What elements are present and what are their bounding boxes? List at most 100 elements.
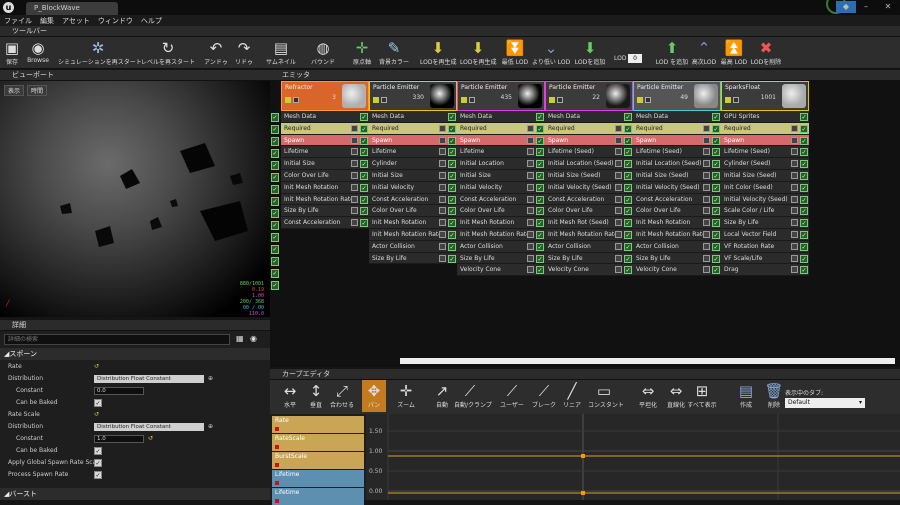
module-enable-checkbox[interactable]: ✓ (536, 136, 544, 145)
module-enable-checkbox[interactable]: ✓ (800, 219, 808, 228)
curve-toggle-icon[interactable] (439, 254, 446, 262)
regen-lod-button-2[interactable]: ⬇ LODを再生成 (460, 37, 496, 69)
module-row[interactable]: Actor Collision ✓ (633, 240, 721, 253)
module-enable-checkbox[interactable]: ✓ (712, 219, 720, 228)
module-enable-checkbox[interactable]: ✓ (448, 124, 456, 133)
module-row[interactable]: Color Over Life ✓ (457, 205, 545, 218)
curve-toggle-icon[interactable] (439, 183, 446, 191)
module-row[interactable]: Initial Velocity (Seed) ✓ (721, 193, 809, 206)
lod-enable-checkbox[interactable]: ✓ (271, 113, 279, 122)
grid-view-icon[interactable]: ▦ (236, 334, 245, 344)
module-enable-checkbox[interactable]: ✓ (536, 242, 544, 251)
module-row[interactable]: VF Scale/Life ✓ (721, 252, 809, 265)
module-enable-checkbox[interactable]: ✓ (536, 195, 544, 204)
module-enable-checkbox[interactable]: ✓ (448, 113, 456, 121)
module-enable-checkbox[interactable]: ✓ (624, 183, 632, 192)
module-enable-checkbox[interactable]: ✓ (624, 242, 632, 251)
checkbox[interactable]: ✓ (94, 399, 102, 407)
module-row[interactable]: Mesh Data ✓ (281, 111, 369, 123)
emitter-toggle-icons[interactable] (461, 97, 483, 105)
horizontal-scrollbar[interactable] (400, 358, 895, 364)
module-enable-checkbox[interactable]: ✓ (800, 124, 808, 133)
module-enable-checkbox[interactable]: ✓ (800, 160, 808, 169)
curve-toggle-icon[interactable] (351, 160, 358, 168)
curve-toggle-icon[interactable] (703, 266, 710, 274)
module-row[interactable]: Init Mesh Rotation Rate ✓ (457, 228, 545, 241)
module-row[interactable]: Init Mesh Rotation Rate ✓ (281, 193, 369, 206)
module-enable-checkbox[interactable]: ✓ (800, 136, 808, 145)
module-enable-checkbox[interactable]: ✓ (360, 207, 368, 216)
module-enable-checkbox[interactable]: ✓ (624, 160, 632, 169)
curve-toggle-icon[interactable] (703, 136, 710, 144)
curve-toggle-icon[interactable] (527, 254, 534, 262)
module-row[interactable]: Spawn ✓ (721, 134, 809, 147)
curve-toggle-icon[interactable] (439, 207, 446, 215)
emitter-header[interactable]: Refractor 3 (281, 81, 369, 111)
module-enable-checkbox[interactable]: ✓ (448, 160, 456, 169)
module-row[interactable]: Init Mesh Rotation Rate ✓ (545, 228, 633, 241)
curve-toggle-icon[interactable] (791, 242, 798, 250)
module-enable-checkbox[interactable]: ✓ (712, 113, 720, 121)
module-enable-checkbox[interactable]: ✓ (360, 136, 368, 145)
module-row[interactable]: Spawn ✓ (281, 134, 369, 147)
curve-toggle-icon[interactable] (351, 195, 358, 203)
reset-icon[interactable]: ↺ (148, 433, 153, 445)
curve-toggle-icon[interactable] (527, 171, 534, 179)
curve-toggle-icon[interactable] (615, 183, 622, 191)
curve-track[interactable]: Rate (272, 416, 364, 433)
linear-button[interactable]: ╱ リニア (556, 380, 588, 412)
highest-lod-button[interactable]: ⏫ 最高 LOD (720, 37, 748, 69)
emitter-header[interactable]: Particle Emitter 330 (369, 81, 457, 111)
section-spawn[interactable]: ◢スポーン (0, 348, 270, 360)
add-lod-button-1[interactable]: ⬇ LODを追加 (572, 37, 608, 69)
curve-toggle-icon[interactable] (439, 124, 446, 132)
checkbox[interactable]: ✓ (94, 471, 102, 479)
save-button[interactable]: ▣ 保存 (2, 37, 22, 69)
curve-toggle-icon[interactable] (615, 148, 622, 156)
user-tangent-button[interactable]: ⟋ ユーザー (496, 380, 528, 412)
curve-toggle-icon[interactable] (615, 136, 622, 144)
curve-track[interactable]: RateScale (272, 434, 364, 451)
module-row[interactable]: Initial Size ✓ (281, 158, 369, 170)
delete-lod-button[interactable]: ✖ LODを削除 (750, 37, 782, 69)
curve-toggle-icon[interactable] (791, 254, 798, 262)
module-row[interactable]: Spawn ✓ (457, 134, 545, 147)
module-enable-checkbox[interactable]: ✓ (712, 242, 720, 251)
curve-toggle-icon[interactable] (791, 207, 798, 215)
module-row[interactable]: Lifetime (Seed) ✓ (633, 146, 721, 159)
module-enable-checkbox[interactable]: ✓ (624, 230, 632, 239)
module-enable-checkbox[interactable]: ✓ (448, 195, 456, 204)
lod-enable-checkbox[interactable]: ✓ (271, 149, 279, 158)
module-enable-checkbox[interactable]: ✓ (448, 207, 456, 216)
module-enable-checkbox[interactable]: ✓ (360, 124, 368, 133)
module-row[interactable]: Required ✓ (281, 122, 369, 135)
curve-toggle-icon[interactable] (527, 242, 534, 250)
curve-toggle-icon[interactable] (527, 183, 534, 191)
module-enable-checkbox[interactable]: ✓ (712, 230, 720, 239)
curve-toggle-icon[interactable] (439, 242, 446, 250)
emitter-toggle-icons[interactable] (637, 97, 659, 105)
module-enable-checkbox[interactable]: ✓ (360, 219, 368, 228)
module-enable-checkbox[interactable]: ✓ (712, 136, 720, 145)
zoom-button[interactable]: ✛ ズーム (390, 380, 422, 412)
show-all-button[interactable]: ⊞ すべて表示 (686, 380, 718, 412)
emitter-toggle-icons[interactable] (285, 97, 307, 105)
curve-toggle-icon[interactable] (527, 230, 534, 238)
undo-button[interactable]: ↶ アンドゥ (202, 37, 230, 69)
restart-level-button[interactable]: ↻ レベルを再スタート (140, 37, 196, 69)
module-row[interactable]: Color Over Life ✓ (545, 205, 633, 218)
emitter-toggle-icons[interactable] (373, 97, 395, 105)
visible-tab-select[interactable]: Default ▾ (785, 398, 865, 408)
module-enable-checkbox[interactable]: ✓ (360, 113, 368, 121)
reset-icon[interactable]: ↺ (94, 409, 99, 421)
module-row[interactable]: Required ✓ (369, 122, 457, 135)
module-enable-checkbox[interactable]: ✓ (448, 254, 456, 263)
module-enable-checkbox[interactable]: ✓ (624, 266, 632, 275)
module-row[interactable]: Initial Velocity ✓ (457, 181, 545, 194)
curve-toggle-icon[interactable] (351, 219, 358, 227)
module-row[interactable]: Mesh Data ✓ (369, 111, 457, 123)
curve-toggle-icon[interactable] (791, 183, 798, 191)
module-row[interactable]: Lifetime ✓ (281, 146, 369, 159)
module-row[interactable]: Size By Life ✓ (545, 252, 633, 265)
module-row[interactable]: Size By Life ✓ (281, 205, 369, 218)
